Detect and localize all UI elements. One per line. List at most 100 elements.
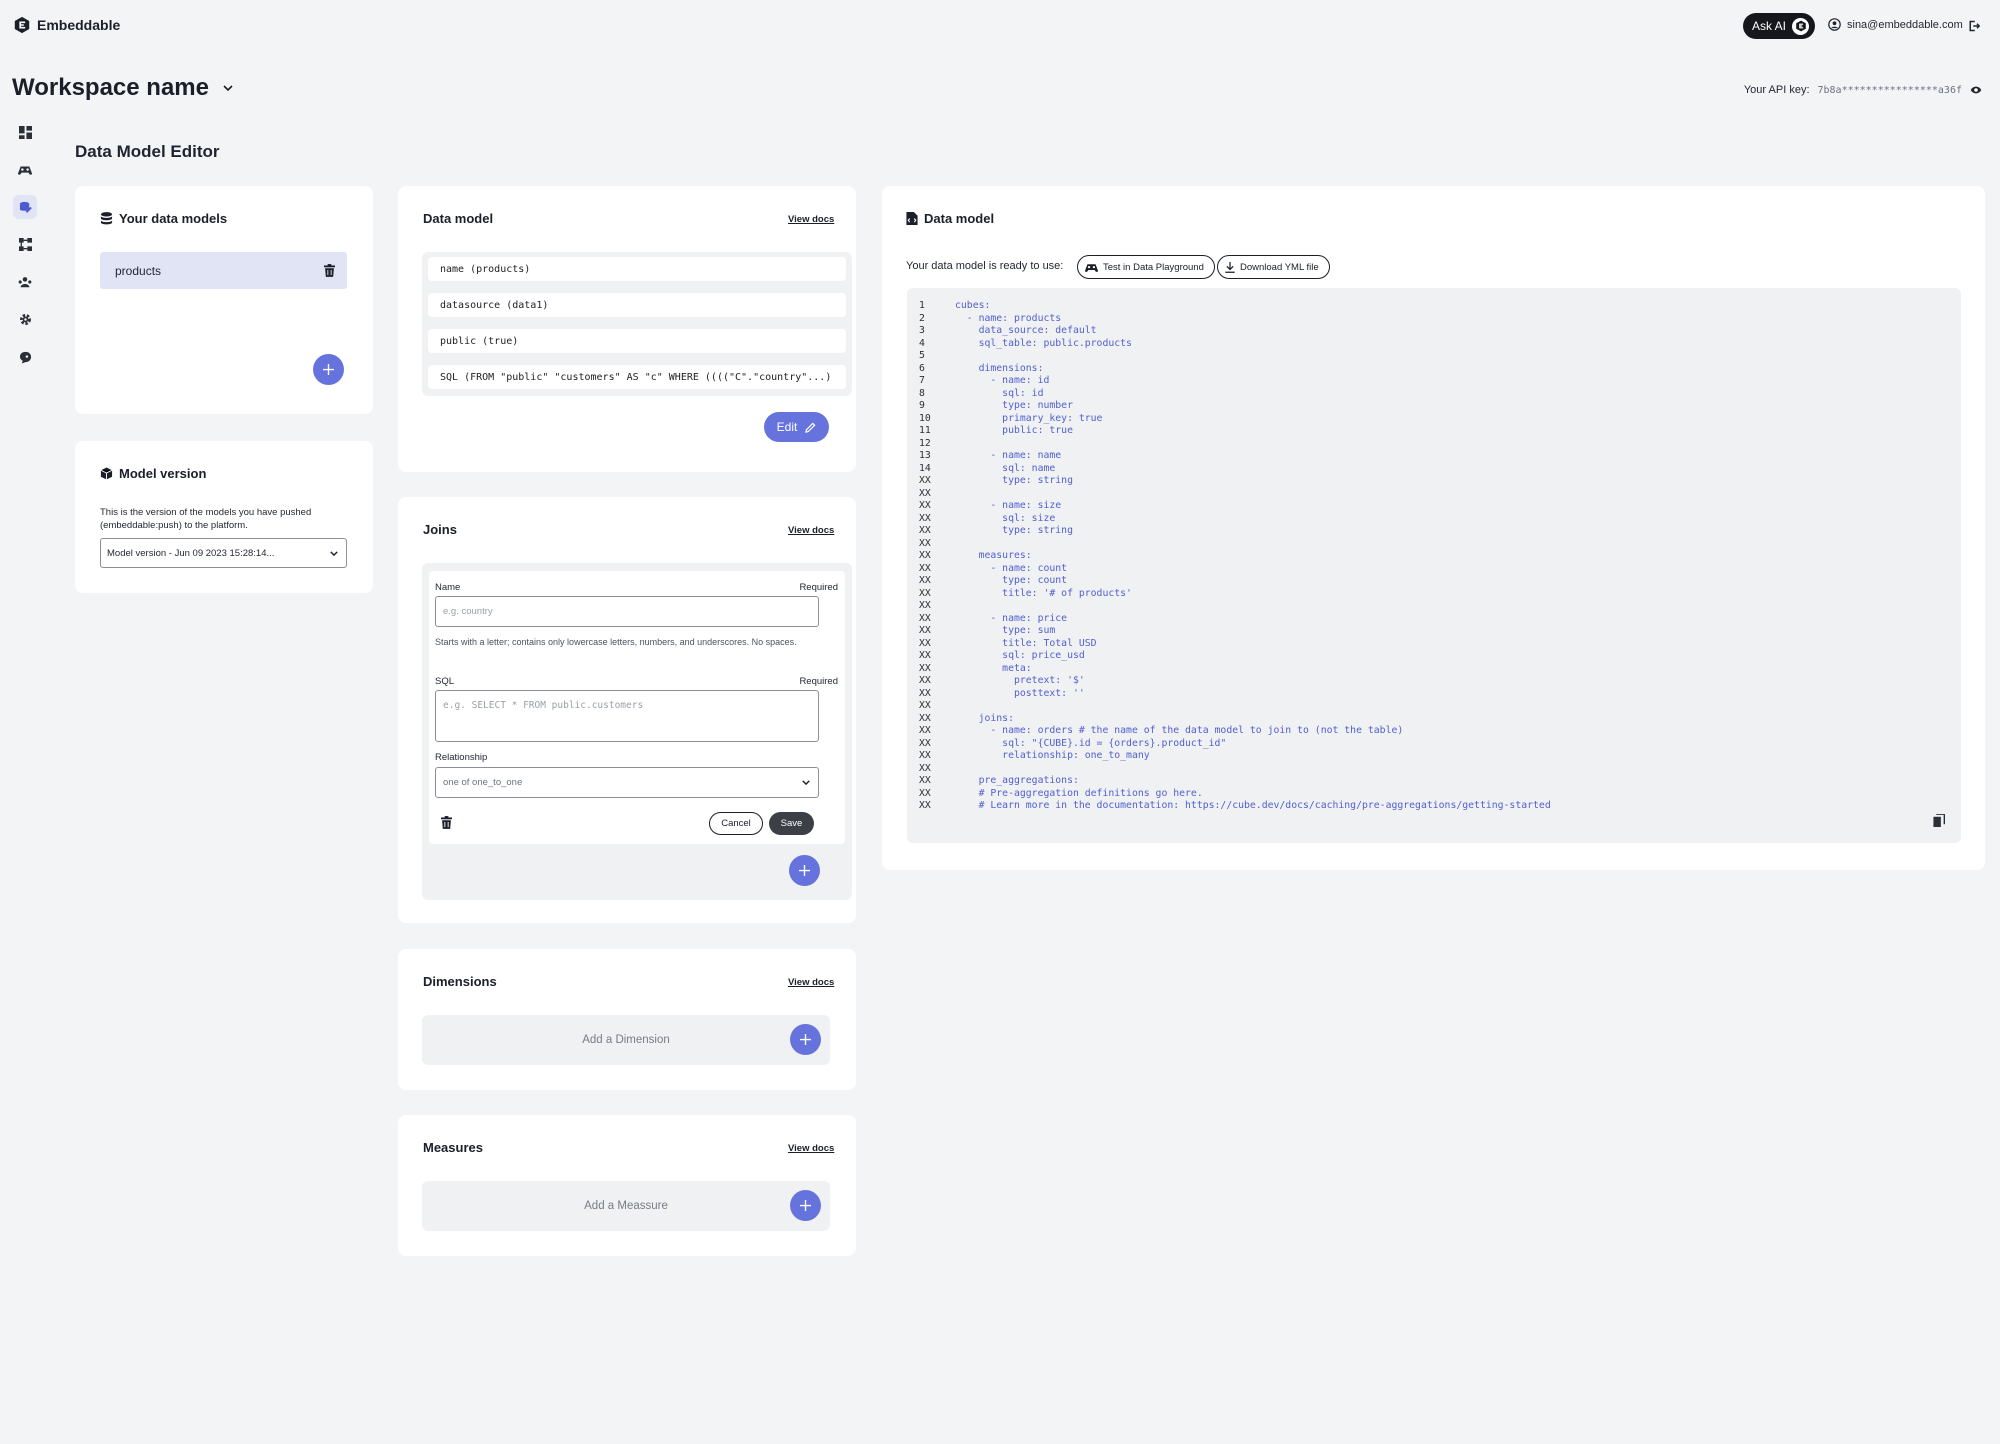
code-line: XX relationship: one_to_many [919,750,1551,763]
model-version-card: Model version This is the version of the… [75,441,373,593]
line-text: cubes: [955,300,991,311]
line-text: - name: price [955,612,1068,624]
download-yml-button[interactable]: Download YML file [1217,255,1330,279]
line-number: 3 [919,325,925,336]
line-number: 2 [919,312,925,324]
plus-icon [799,865,810,876]
model-version-select[interactable]: Model version - Jun 09 2023 15:28:14... [100,538,347,568]
eye-icon[interactable] [1970,85,1982,95]
nav-data-models[interactable] [13,195,37,219]
add-measure-label: Add a Meassure [584,1200,668,1212]
code-line: XX title: Total USD [919,638,1551,651]
user-account[interactable]: sina@embeddable.com [1828,18,1963,31]
user-email: sina@embeddable.com [1847,18,1963,31]
line-number: XX [919,487,931,499]
chevron-down-icon [802,780,810,785]
trash-icon[interactable] [324,264,335,277]
page-title: Data Model Editor [75,142,220,161]
line-number: 13 [919,450,931,461]
line-text: public: true [955,425,1073,436]
data-model-properties: name (products) datasource (data1) publi… [422,252,852,396]
property-row: SQL (FROM "public" "customers" AS "c" WH… [428,365,846,389]
measures-card: Measures View docs Add a Meassure [398,1115,856,1256]
join-relationship-select[interactable]: one of one_to_one [435,767,819,798]
code-line: 1 cubes: [919,300,1551,313]
line-text: joins: [955,712,1014,724]
add-dimension-row[interactable]: Add a Dimension [422,1015,830,1065]
line-number: XX [919,587,931,599]
app-logo[interactable]: Embeddable [13,16,120,34]
logout-button[interactable] [1968,19,1981,37]
your-data-models-card: Your data models products [75,186,373,414]
join-name-input[interactable]: e.g. country [435,596,819,627]
data-model-view-docs-link[interactable]: View docs [788,214,834,225]
line-number: 14 [919,462,931,474]
add-join-button[interactable] [789,855,820,886]
nav-team[interactable] [13,270,37,294]
code-line: XX [919,600,1551,613]
data-model-item[interactable]: products [100,252,347,289]
edit-data-model-button[interactable]: Edit [764,412,829,442]
model-version-title: Model version [100,466,206,481]
yaml-panel-title: Data model [906,211,994,226]
team-icon [18,277,32,288]
workspace-selector[interactable]: Workspace name [12,74,233,102]
line-number: 1 [919,300,925,311]
code-line: XX joins: [919,713,1551,726]
line-text: - name: size [955,500,1062,511]
join-cancel-button[interactable]: Cancel [709,812,763,835]
logout-icon [1969,20,1981,32]
data-model-item-name: products [115,263,162,278]
line-number: XX [919,500,931,511]
joins-view-docs-link[interactable]: View docs [788,525,834,536]
join-save-button[interactable]: Save [769,812,814,835]
line-number: XX [919,700,931,711]
line-text: sql: price_usd [955,650,1085,661]
add-dimension-button[interactable] [790,1024,821,1055]
trash-icon[interactable] [441,816,452,829]
join-name-label: Name [435,582,461,593]
add-measure-button[interactable] [790,1190,821,1221]
line-number: XX [919,562,931,574]
code-line: XX type: string [919,525,1551,538]
measures-view-docs-link[interactable]: View docs [788,1143,834,1154]
line-number: XX [919,625,931,636]
join-form: Name Required e.g. country Starts with a… [429,571,845,844]
nav-settings[interactable] [13,308,37,332]
line-number: XX [919,475,931,486]
line-text: data_source: default [955,325,1097,336]
line-text: sql: name [955,462,1056,474]
join-sql-textarea[interactable]: e.g. SELECT * FROM public.customers [435,690,819,742]
nav-playground[interactable] [13,158,37,182]
support-icon [19,351,31,364]
line-number: XX [919,512,931,524]
add-data-model-button[interactable] [313,354,344,385]
test-in-playground-button[interactable]: Test in Data Playground [1077,255,1215,279]
code-line: 14 sql: name [919,463,1551,476]
plus-icon [800,1200,811,1211]
line-text: posttext: '' [955,687,1085,699]
nav-dashboards[interactable] [13,120,37,144]
line-number: 4 [919,337,925,349]
line-text: dimensions: [955,362,1044,374]
line-text: - name: count [955,562,1068,574]
join-sql-placeholder: e.g. SELECT * FROM public.customers [443,700,644,711]
code-line: 6 dimensions: [919,363,1551,376]
nav-support[interactable] [13,345,37,369]
property-row: public (true) [428,329,846,353]
join-name-hint: Starts with a letter; contains only lowe… [435,637,797,647]
dimensions-view-docs-link[interactable]: View docs [788,977,834,988]
code-line: XX posttext: '' [919,688,1551,701]
property-row: name (products) [428,257,846,281]
nav-components[interactable] [13,233,37,257]
yaml-code-view[interactable]: 1 cubes: 2 - name: products 3 data_source: … [907,288,1961,843]
line-text: type: string [955,525,1073,536]
code-line: XX type: count [919,575,1551,588]
code-line: XX - name: price [919,613,1551,626]
line-text: # Learn more in the documentation: https… [955,800,1551,811]
copy-icon[interactable] [1933,814,1945,827]
add-measure-row[interactable]: Add a Meassure [422,1181,830,1231]
ask-ai-button[interactable]: Ask AI [1743,13,1815,39]
code-line: 12 [919,438,1551,451]
your-data-models-label: Your data models [119,211,228,226]
